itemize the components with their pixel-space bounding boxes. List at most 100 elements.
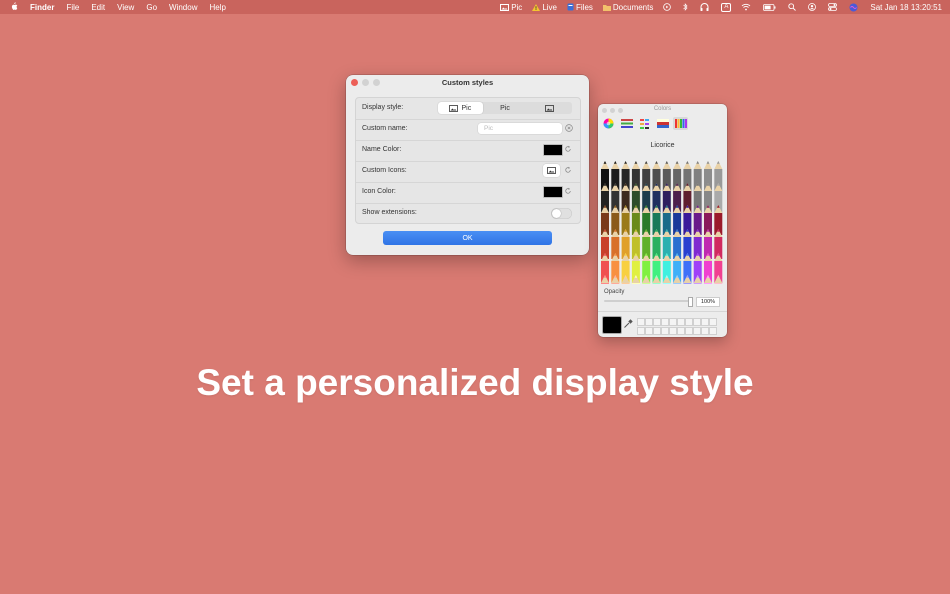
swatch-well[interactable]: [661, 318, 669, 326]
menu-help[interactable]: Help: [209, 3, 225, 12]
row-name-color: Name Color:: [356, 140, 580, 162]
segment-text-only[interactable]: Pic: [483, 102, 528, 114]
menu-view[interactable]: View: [117, 3, 134, 12]
apple-icon[interactable]: [10, 1, 18, 13]
pencil-picker[interactable]: [598, 152, 727, 284]
image-icon: [545, 104, 555, 112]
status-files[interactable]: Files: [567, 3, 593, 12]
swatch-well[interactable]: [637, 327, 645, 335]
sliders-icon[interactable]: [619, 117, 634, 130]
battery-icon[interactable]: [763, 3, 778, 11]
menu-edit[interactable]: Edit: [91, 3, 105, 12]
bluetooth-icon[interactable]: [683, 3, 690, 11]
settings-form: Display style: Pic Pic Custom name: Pic …: [355, 97, 581, 224]
headphones-icon[interactable]: [700, 3, 711, 11]
colors-panel: Colors Licorice Opacity 100%: [598, 104, 727, 337]
custom-icons-label: Custom Icons:: [362, 167, 407, 174]
row-custom-icons: Custom Icons:: [356, 161, 580, 183]
files-icon: [567, 3, 574, 11]
row-icon-color: Icon Color:: [356, 182, 580, 204]
swatch-well[interactable]: [669, 318, 677, 326]
choose-icon-button[interactable]: [543, 164, 560, 177]
menu-file[interactable]: File: [66, 3, 79, 12]
reset-icon[interactable]: [564, 145, 572, 153]
slider-thumb[interactable]: [688, 297, 693, 307]
swatch-well[interactable]: [677, 318, 685, 326]
custom-name-input[interactable]: Pic: [478, 123, 562, 134]
opacity-value-field[interactable]: 100%: [696, 297, 720, 307]
image-icon: [449, 104, 459, 112]
custom-name-label: Custom name:: [362, 125, 408, 132]
toggle-knob: [552, 209, 561, 218]
swatch-well[interactable]: [685, 327, 693, 335]
menu-go[interactable]: Go: [146, 3, 157, 12]
swatch-well[interactable]: [709, 318, 717, 326]
siri-icon[interactable]: [849, 3, 860, 12]
panel-title: Colors: [653, 106, 672, 112]
icon-color-well[interactable]: [543, 186, 563, 198]
row-display-style: Display style: Pic Pic: [356, 98, 580, 120]
swatch-well[interactable]: [701, 327, 709, 335]
row-show-extensions: Show extensions:: [356, 203, 580, 224]
swatch-well[interactable]: [637, 318, 645, 326]
swatch-well[interactable]: [653, 318, 661, 326]
color-mode-tabs: [601, 117, 691, 130]
segment-icon-only[interactable]: [527, 102, 572, 114]
swatch-well[interactable]: [685, 318, 693, 326]
show-extensions-label: Show extensions:: [362, 209, 417, 216]
icon-color-label: Icon Color:: [362, 188, 396, 195]
image-icon: [547, 167, 556, 174]
status-live[interactable]: Live: [532, 3, 557, 12]
divider: [598, 311, 727, 312]
custom-styles-window: Custom styles Display style: Pic Pic Cus…: [346, 75, 589, 255]
swatch-well[interactable]: [709, 327, 717, 335]
swatch-well[interactable]: [645, 327, 653, 335]
play-icon[interactable]: [663, 3, 673, 11]
name-color-well[interactable]: [543, 144, 563, 156]
show-extensions-toggle[interactable]: [551, 208, 572, 219]
clear-icon[interactable]: [565, 124, 573, 132]
swatch-well[interactable]: [701, 318, 709, 326]
segment-icon-and-text[interactable]: Pic: [438, 102, 483, 114]
folder-icon: [602, 4, 611, 11]
swatch-well[interactable]: [669, 327, 677, 335]
menu-window[interactable]: Window: [169, 3, 197, 12]
status-documents[interactable]: Documents: [602, 3, 653, 12]
display-style-label: Display style:: [362, 104, 404, 111]
swatch-well[interactable]: [693, 318, 701, 326]
input-source-icon[interactable]: A: [721, 2, 732, 12]
swatch-well[interactable]: [645, 318, 653, 326]
display-style-segmented-control: Pic Pic: [438, 102, 572, 114]
row-custom-name: Custom name: Pic: [356, 119, 580, 141]
swatch-well[interactable]: [653, 327, 661, 335]
swatch-well[interactable]: [693, 327, 701, 335]
window-title: Custom styles: [441, 78, 494, 87]
wifi-icon[interactable]: [741, 3, 753, 11]
menu-bar: Finder File Edit View Go Window Help Pic…: [0, 0, 950, 14]
reset-icon[interactable]: [564, 187, 572, 195]
search-icon[interactable]: [788, 3, 798, 11]
image-palettes-icon[interactable]: [655, 117, 670, 130]
control-center-icon[interactable]: [828, 3, 839, 11]
custom-swatches-grid: [637, 318, 717, 335]
current-color-well[interactable]: [602, 316, 622, 334]
opacity-label: Opacity: [604, 289, 625, 295]
palettes-icon[interactable]: [637, 117, 652, 130]
headline: Set a personalized display style: [196, 362, 754, 403]
pencils-icon[interactable]: [673, 117, 688, 130]
swatch-well[interactable]: [677, 327, 685, 335]
name-color-label: Name Color:: [362, 146, 402, 153]
status-pic[interactable]: Pic: [500, 3, 522, 12]
reset-icon[interactable]: [564, 166, 572, 174]
menu-finder[interactable]: Finder: [30, 3, 54, 12]
user-icon[interactable]: [808, 3, 818, 11]
warning-icon: [532, 3, 541, 11]
color-wheel-icon[interactable]: [601, 117, 616, 130]
image-icon: [500, 3, 510, 11]
swatch-well[interactable]: [661, 327, 669, 335]
eyedropper-icon[interactable]: [623, 319, 633, 329]
clock[interactable]: Sat Jan 18 13:20:51: [870, 3, 942, 12]
selected-color-name: Licorice: [650, 142, 675, 149]
ok-button[interactable]: OK: [383, 231, 552, 245]
opacity-slider[interactable]: [604, 297, 693, 307]
